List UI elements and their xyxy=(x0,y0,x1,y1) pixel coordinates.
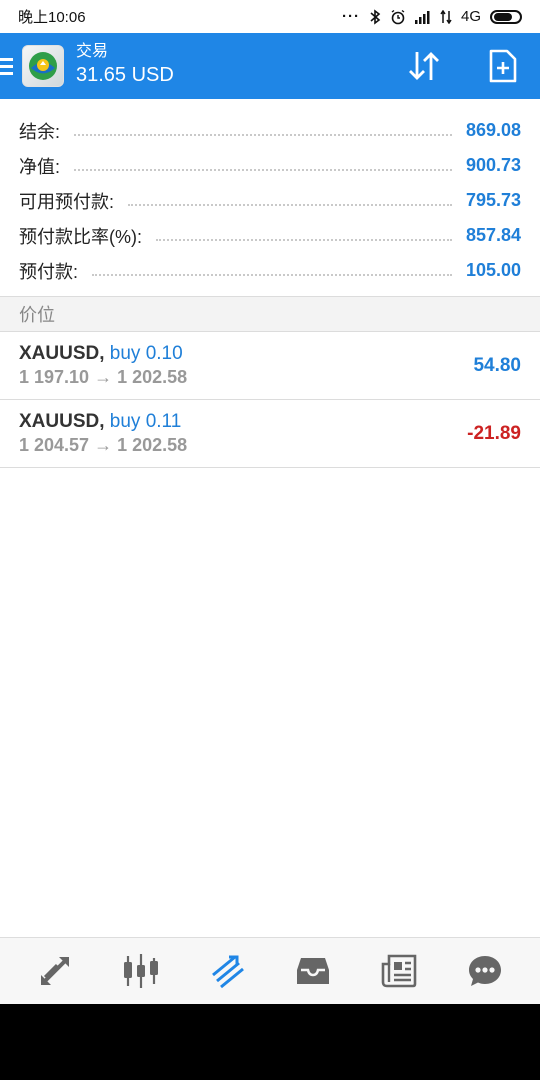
position-symbol: XAUUSD, xyxy=(19,343,105,364)
chat-icon xyxy=(469,956,501,986)
position-side: buy 0.10 xyxy=(109,343,183,364)
position-side: buy 0.11 xyxy=(109,411,182,432)
summary-value: 105.00 xyxy=(465,260,521,280)
account-balance: 31.65 USD xyxy=(76,64,174,86)
metatrader-logo xyxy=(22,45,64,87)
summary-value: 795.73 xyxy=(465,190,521,210)
dotted-leader xyxy=(74,168,452,171)
new-order-icon[interactable] xyxy=(488,49,518,83)
position-profit: 54.80 xyxy=(473,354,521,376)
summary-label: 预付款比率(%): xyxy=(19,226,142,247)
summary-label: 结余: xyxy=(19,121,61,142)
summary-value: 857.84 xyxy=(465,225,521,245)
dotted-leader xyxy=(156,238,452,241)
data-arrows-icon xyxy=(440,9,452,24)
battery-icon xyxy=(490,9,522,24)
position-row[interactable]: XAUUSD, buy 0.11 1 204.57 → 1 202.58 -21… xyxy=(0,400,540,468)
page-title: 交易 xyxy=(76,43,109,60)
summary-row-margin: 预付款: 105.00 xyxy=(19,253,521,288)
alarm-icon xyxy=(391,9,405,24)
bottom-navigation xyxy=(0,937,540,1004)
summary-row-free-margin: 可用预付款: 795.73 xyxy=(19,183,521,218)
signal-icon xyxy=(414,10,430,24)
summary-label: 可用预付款: xyxy=(19,191,115,212)
dotted-leader xyxy=(128,203,452,206)
network-type: 4G xyxy=(460,8,481,25)
summary-row-balance: 结余: 869.08 xyxy=(19,113,521,148)
summary-value: 869.08 xyxy=(465,120,521,140)
position-prices: 1 204.57 → 1 202.58 xyxy=(19,435,188,455)
trade-content: 结余: 869.08 净值: 900.73 可用预付款: 795.73 预付款比… xyxy=(0,99,540,937)
summary-label: 预付款: xyxy=(19,261,79,282)
dotted-leader xyxy=(92,273,452,276)
nav-news[interactable] xyxy=(369,941,429,1001)
nav-chart[interactable] xyxy=(111,941,171,1001)
dotted-leader xyxy=(74,133,452,136)
status-bar: 晚上10:06 ··· 4G xyxy=(0,0,540,33)
bluetooth-icon xyxy=(370,8,381,25)
nav-quotes[interactable] xyxy=(25,941,85,1001)
status-icons: ··· 4G xyxy=(342,8,522,25)
menu-icon[interactable] xyxy=(0,57,14,75)
summary-row-margin-level: 预付款比率(%): 857.84 xyxy=(19,218,521,253)
nav-chat[interactable] xyxy=(455,941,515,1001)
position-symbol: XAUUSD, xyxy=(19,411,105,432)
summary-row-equity: 净值: 900.73 xyxy=(19,148,521,183)
position-prices: 1 197.10 → 1 202.58 xyxy=(19,367,188,387)
nav-history[interactable] xyxy=(283,941,343,1001)
chart-candles-icon xyxy=(124,954,158,988)
news-icon xyxy=(381,954,417,988)
position-row[interactable]: XAUUSD, buy 0.10 1 197.10 → 1 202.58 54.… xyxy=(0,332,540,400)
positions-section-header: 价位 xyxy=(0,296,540,332)
system-navigation-bar xyxy=(0,1004,540,1080)
summary-label: 净值: xyxy=(19,156,61,177)
position-profit: -21.89 xyxy=(467,422,521,444)
quotes-icon xyxy=(41,957,69,985)
app-bar: 交易 31.65 USD xyxy=(0,33,540,99)
sort-icon[interactable] xyxy=(406,48,442,84)
trade-icon xyxy=(212,955,244,989)
status-time: 晚上10:06 xyxy=(18,9,86,26)
history-inbox-icon xyxy=(297,958,329,984)
nav-trade[interactable] xyxy=(197,941,257,1001)
dots-icon: ··· xyxy=(341,8,360,25)
summary-value: 900.73 xyxy=(465,155,521,175)
account-summary: 结余: 869.08 净值: 900.73 可用预付款: 795.73 预付款比… xyxy=(0,99,540,296)
